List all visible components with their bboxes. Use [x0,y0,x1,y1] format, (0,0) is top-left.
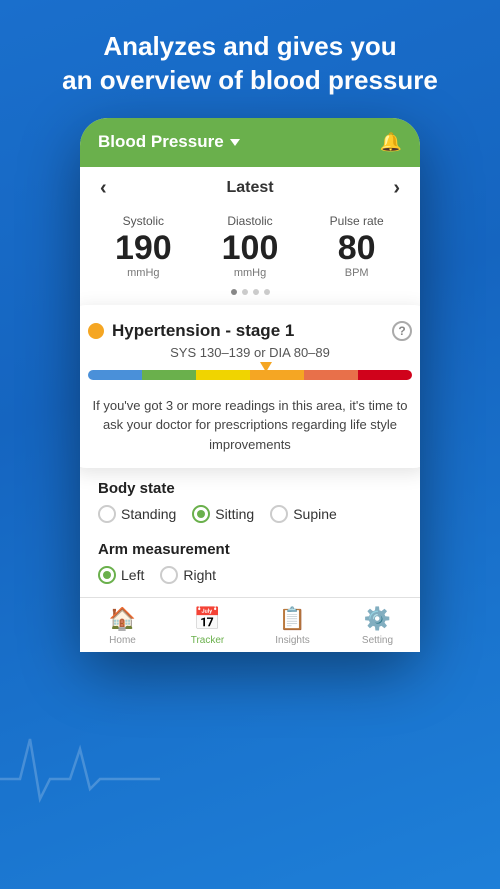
pulse-unit: BPM [303,267,410,279]
dot-2 [242,289,248,295]
pulse-value: 80 [303,230,410,267]
date-nav: ‹ Latest › [80,167,420,206]
pulse-metric: Pulse rate 80 BPM [303,214,410,279]
supine-radio[interactable] [270,505,288,523]
blood-pressure-scale [88,370,412,380]
body-state-options: Standing Sitting Supine [98,505,402,523]
bar-red [358,370,412,380]
bar-blue [88,370,142,380]
bar-orange [250,370,304,380]
app-header: Blood Pressure 🔔 [80,118,420,167]
prev-arrow-icon[interactable]: ‹ [100,177,107,200]
home-label: Home [109,635,136,646]
diastolic-unit: mmHg [197,267,304,279]
header-title: Analyzes and gives you an overview of bl… [30,30,470,98]
nav-home[interactable]: 🏠 Home [80,606,165,646]
body-state-supine[interactable]: Supine [270,505,337,523]
home-icon: 🏠 [109,606,136,632]
hyp-title: Hypertension - stage 1 [112,321,384,341]
dot-4 [264,289,270,295]
nav-insights[interactable]: 📋 Insights [250,606,335,646]
sitting-label: Sitting [215,506,254,522]
insights-label: Insights [275,635,309,646]
arm-options: Left Right [98,566,402,584]
bar-indicator-icon [260,362,272,372]
systolic-metric: Systolic 190 mmHg [90,214,197,279]
arm-measurement-section: Arm measurement Left Right [80,535,420,596]
bottom-nav: 🏠 Home 📅 Tracker 📋 Insights ⚙️ Setting [80,597,420,652]
bar-red-light [304,370,358,380]
supine-label: Supine [293,506,337,522]
phone-mockup: Blood Pressure 🔔 ‹ Latest › Systolic 190… [80,118,420,653]
arm-left[interactable]: Left [98,566,144,584]
diastolic-metric: Diastolic 100 mmHg [197,214,304,279]
sitting-radio[interactable] [192,505,210,523]
left-label: Left [121,567,144,583]
dot-3 [253,289,259,295]
bar-indicator [260,362,272,372]
dropdown-arrow-icon[interactable] [230,139,240,146]
app-title-row: Blood Pressure [98,132,240,152]
body-state-standing[interactable]: Standing [98,505,176,523]
status-dot-icon [88,323,104,339]
bar-green [142,370,196,380]
body-state-sitting[interactable]: Sitting [192,505,254,523]
hyp-description: If you've got 3 or more readings in this… [88,396,412,455]
standing-radio[interactable] [98,505,116,523]
help-icon[interactable]: ? [392,321,412,341]
arm-right[interactable]: Right [160,566,216,584]
hyp-title-row: Hypertension - stage 1 ? [88,321,412,341]
phone-inner: Blood Pressure 🔔 ‹ Latest › Systolic 190… [80,118,420,653]
bell-icon[interactable]: 🔔 [380,132,402,153]
body-state-section: Body state Standing Sitting Supine [80,468,420,535]
hyp-subtitle: SYS 130–139 or DIA 80–89 [88,345,412,360]
color-bar-container [88,370,412,380]
systolic-unit: mmHg [90,267,197,279]
diastolic-label: Diastolic [197,214,304,228]
ecg-decoration [0,719,160,819]
nav-setting[interactable]: ⚙️ Setting [335,606,420,646]
setting-label: Setting [362,635,393,646]
left-radio[interactable] [98,566,116,584]
tracker-icon: 📅 [194,606,221,632]
nav-label: Latest [226,179,273,197]
arm-measurement-title: Arm measurement [98,541,402,558]
metrics-row: Systolic 190 mmHg Diastolic 100 mmHg Pul… [80,206,420,283]
right-label: Right [183,567,216,583]
pagination-dots [80,283,420,305]
header-section: Analyzes and gives you an overview of bl… [0,0,500,118]
insights-icon: 📋 [279,606,306,632]
systolic-label: Systolic [90,214,197,228]
hypertension-card: Hypertension - stage 1 ? SYS 130–139 or … [80,305,420,469]
app-title: Blood Pressure [98,132,224,152]
pulse-label: Pulse rate [303,214,410,228]
dot-1 [231,289,237,295]
nav-tracker[interactable]: 📅 Tracker [165,606,250,646]
body-state-title: Body state [98,480,402,497]
setting-icon: ⚙️ [364,606,391,632]
systolic-value: 190 [90,230,197,267]
next-arrow-icon[interactable]: › [393,177,400,200]
diastolic-value: 100 [197,230,304,267]
bar-yellow [196,370,250,380]
standing-label: Standing [121,506,176,522]
tracker-label: Tracker [191,635,225,646]
right-radio[interactable] [160,566,178,584]
